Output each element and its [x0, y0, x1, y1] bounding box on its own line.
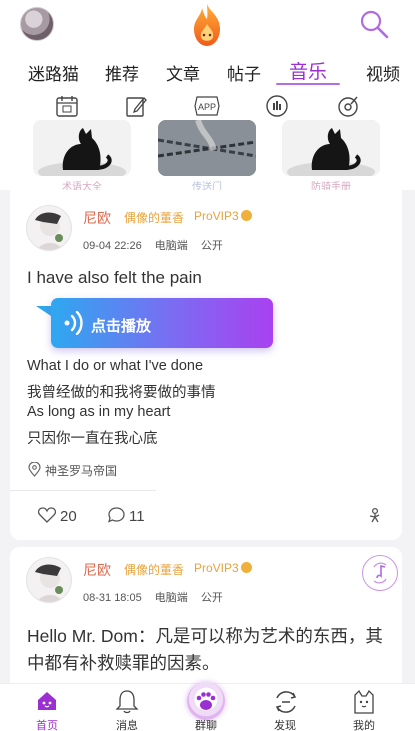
location-pin-icon: [28, 461, 41, 477]
vip-text: ProVIP3: [194, 209, 239, 223]
avatar[interactable]: [26, 557, 72, 603]
tab-music[interactable]: 音乐: [289, 57, 327, 84]
post-device: 电脑端: [154, 240, 188, 252]
music-subnav: APP: [0, 92, 415, 120]
location-text: 神圣罗马帝国: [45, 464, 118, 478]
user-title: 偶像的董香: [124, 211, 185, 225]
vip-level: ProVIP3: [194, 561, 252, 575]
vip-level: ProVIP3: [194, 209, 252, 223]
bottom-navigation: 首页 消息 群聊 发现 我的: [0, 682, 415, 731]
nav-discover[interactable]: 发现: [255, 684, 315, 731]
nav-label: 发现: [274, 720, 296, 731]
edit-icon[interactable]: [124, 94, 148, 118]
banner-guard-manual[interactable]: [282, 120, 380, 176]
svg-text:APP: APP: [198, 102, 216, 112]
comment-button[interactable]: 11: [107, 507, 145, 525]
vip-badge-icon: [240, 562, 252, 573]
divider: [10, 490, 156, 491]
banner-portal[interactable]: [158, 120, 256, 176]
vip-text: ProVIP3: [194, 561, 239, 575]
lyric-line: What I do or what I've done: [27, 358, 204, 374]
nav-label: 消息: [116, 720, 138, 731]
heart-icon: [37, 507, 57, 523]
feature-banners: 术语大全 传送门 防骑手册: [0, 120, 415, 193]
comment-count: 11: [129, 508, 145, 525]
post-card[interactable]: 尼欧 偶像的董香 ProVIP3 08-31 18:05 电脑端 公开 Hell…: [10, 547, 402, 683]
music-disc-icon[interactable]: [336, 94, 360, 118]
play-button-wrapper: 点击播放: [36, 298, 276, 350]
search-icon[interactable]: [358, 8, 390, 40]
post-date: 08-31 18:05: [83, 592, 142, 604]
like-count: 20: [60, 508, 77, 525]
post-device: 电脑端: [154, 592, 188, 604]
profile-avatar[interactable]: [20, 7, 54, 41]
vip-badge-icon: [240, 210, 252, 221]
chains-image: [158, 120, 256, 176]
sound-wave-icon: [64, 311, 83, 335]
music-note-icon: [373, 562, 387, 584]
play-button[interactable]: 点击播放: [51, 298, 273, 348]
lyric-line: As long as in my heart: [27, 404, 171, 420]
nav-group-chat[interactable]: 群聊: [176, 684, 236, 731]
nav-home[interactable]: 首页: [17, 684, 77, 731]
comment-bubble-icon: [107, 507, 125, 523]
nav-profile[interactable]: 我的: [334, 684, 394, 731]
post-location[interactable]: 神圣罗马帝国: [28, 461, 118, 479]
post-headline: I have also felt the pain: [27, 268, 202, 287]
lyric-line: 我曾经做的和我将要做的事情: [27, 385, 216, 401]
calendar-icon[interactable]: [55, 94, 79, 118]
tab-lost-cat[interactable]: 迷路猫: [28, 60, 79, 85]
play-label: 点击播放: [91, 318, 152, 335]
tab-posts[interactable]: 帖子: [227, 60, 261, 85]
post-body: Hello Mr. Dom：凡是可以称为艺术的东西，其中都有补救赎罪的因素。: [27, 626, 383, 673]
cat-face-icon: [354, 689, 374, 714]
tab-articles[interactable]: 文章: [166, 60, 200, 85]
avatar[interactable]: [26, 205, 72, 251]
music-float-button[interactable]: [362, 555, 398, 591]
active-tab-indicator: [276, 83, 340, 85]
black-cat-image: [282, 120, 380, 176]
app-icon[interactable]: APP: [193, 94, 221, 118]
username[interactable]: 尼欧: [83, 560, 111, 580]
like-button[interactable]: 20: [37, 507, 77, 525]
nav-label: 首页: [36, 720, 58, 731]
post-meta: 09-04 22:26 电脑端 公开: [83, 237, 233, 253]
post-card[interactable]: 尼欧 偶像的董香 ProVIP3 09-04 22:26 电脑端 公开 I ha…: [10, 190, 402, 540]
home-icon: [38, 692, 56, 710]
nav-label: 我的: [353, 720, 375, 731]
discover-icon: [275, 691, 297, 713]
username[interactable]: 尼欧: [83, 208, 111, 228]
nav-messages[interactable]: 消息: [97, 684, 157, 731]
post-visibility: 公开: [200, 240, 223, 252]
black-cat-image: [33, 120, 131, 176]
tab-video[interactable]: 视频: [366, 60, 400, 85]
nav-label: 群聊: [195, 720, 217, 731]
tab-recommend[interactable]: 推荐: [105, 60, 139, 85]
user-title: 偶像的董香: [124, 563, 185, 577]
bell-icon: [115, 690, 139, 714]
post-date: 09-04 22:26: [83, 240, 142, 252]
flame-logo-icon: [194, 4, 220, 46]
lyric-line: 只因你一直在我心底: [27, 431, 158, 447]
post-meta: 08-31 18:05 电脑端 公开: [83, 589, 233, 605]
post-visibility: 公开: [200, 592, 223, 604]
banner-terms[interactable]: [33, 120, 131, 176]
share-icon[interactable]: [366, 507, 382, 523]
radio-icon[interactable]: [265, 94, 289, 118]
post-feed: 尼欧 偶像的董香 ProVIP3 09-04 22:26 电脑端 公开 I ha…: [0, 190, 415, 683]
category-tabs: 迷路猫 推荐 文章 帖子 音乐 视频: [0, 56, 415, 88]
top-header: [0, 0, 415, 48]
